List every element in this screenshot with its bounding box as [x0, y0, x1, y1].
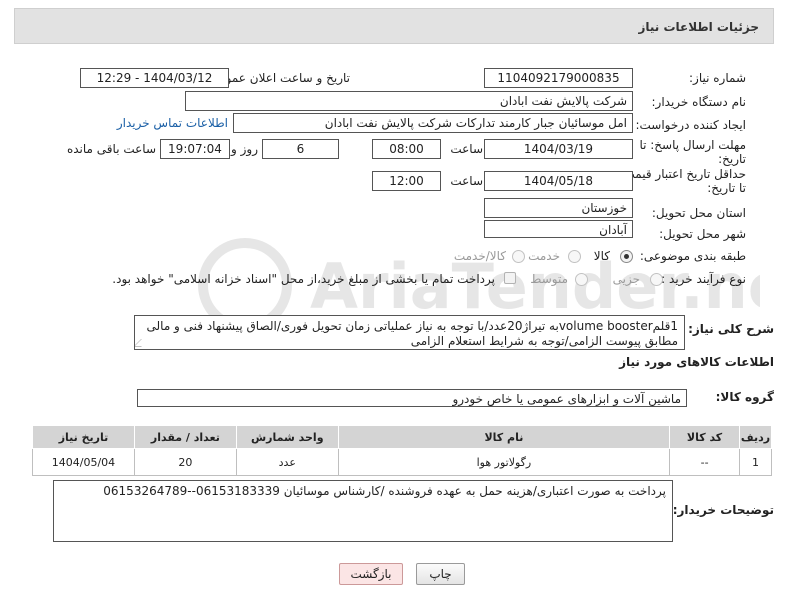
col-header-name: نام کالا: [337, 425, 671, 449]
city-field: آبادان: [484, 220, 633, 238]
category-radio-both[interactable]: [512, 250, 525, 263]
cell-qty: 20: [133, 448, 237, 476]
print-button[interactable]: چاپ: [416, 563, 465, 585]
buyer-org-field: شرکت پالایش نفت ابادان: [185, 91, 633, 111]
cell-date: 1404/05/04: [32, 448, 135, 476]
treasury-payment-checkbox[interactable]: [504, 272, 516, 284]
deadline-time-field: 08:00: [372, 139, 441, 159]
remaining-time-field: 19:07:04: [160, 139, 230, 159]
back-button[interactable]: بازگشت: [339, 563, 403, 585]
cell-name: رگولاتور هوا: [337, 448, 671, 476]
col-header-date: تاریخ نیاز: [32, 425, 135, 449]
deadline-time-label: ساعت: [450, 142, 483, 156]
price-valid-date-field: 1404/05/18: [484, 171, 633, 191]
goods-info-title: اطلاعات کالاهای مورد نیاز: [619, 355, 774, 369]
cell-unit: عدد: [235, 448, 339, 476]
creator-field: امل موسائیان جبار کارمند تدارکات شرکت پا…: [233, 113, 633, 133]
description-textarea: 1قلمvolume boosterبه تیراژ20عدد/با توجه …: [134, 315, 685, 350]
description-text: 1قلمvolume boosterبه تیراژ20عدد/با توجه …: [146, 319, 679, 348]
category-option-service: خدمت: [528, 249, 560, 263]
buyer-contact-link[interactable]: اطلاعات تماس خریدار: [117, 116, 228, 130]
days-label: روز و: [231, 142, 258, 156]
price-valid-label-1: حداقل تاریخ اعتبار قیمت:: [619, 167, 746, 181]
deadline-label-2: تاریخ:: [718, 152, 746, 166]
need-number-field: 1104092179000835: [484, 68, 633, 88]
days-field: 6: [262, 139, 339, 159]
process-radio-medium[interactable]: [575, 273, 588, 286]
cell-code: --: [669, 448, 741, 476]
treasury-payment-note: پرداخت تمام یا بخشی از مبلغ خرید،از محل …: [112, 272, 495, 286]
deadline-date-field: 1404/03/19: [484, 139, 633, 159]
remaining-label: ساعت باقی مانده: [66, 142, 156, 156]
buyer-org-label: نام دستگاه خریدار:: [651, 95, 747, 109]
col-header-unit: واحد شمارش: [235, 425, 339, 449]
price-valid-time-field: 12:00: [372, 171, 441, 191]
price-valid-label-2: تا تاریخ:: [707, 181, 746, 195]
city-label: شهر محل تحویل:: [659, 227, 746, 241]
page-header: جزئیات اطلاعات نیاز: [14, 8, 774, 44]
process-radio-minor[interactable]: [650, 273, 663, 286]
need-number-label: شماره نیاز:: [689, 71, 746, 85]
goods-group-field: ماشین آلات و ابزارهای عمومی یا خاص خودرو: [137, 389, 687, 407]
page-title: جزئیات اطلاعات نیاز: [638, 20, 759, 34]
col-header-code: کد کالا: [669, 425, 741, 449]
creator-label: ایجاد کننده درخواست:: [635, 118, 746, 132]
process-option-minor: جزیی: [612, 272, 640, 286]
announce-field: 1404/03/12 - 12:29: [80, 68, 229, 88]
cell-row-number: 1: [739, 448, 772, 476]
process-option-medium: متوسط: [530, 272, 568, 286]
category-radio-service[interactable]: [568, 250, 581, 263]
col-header-row: ردیف: [739, 425, 772, 449]
buyer-notes-textarea: پرداخت به صورت اعتباری/هزینه حمل به عهده…: [53, 480, 673, 542]
buyer-notes-label: توضیحات خریدار:: [672, 503, 774, 517]
table-row: 1 -- رگولاتور هوا عدد 20 1404/05/04: [32, 448, 772, 476]
process-label: نوع فرآیند خرید :: [661, 272, 746, 286]
province-field: خوزستان: [484, 198, 633, 218]
items-table: ردیف کد کالا نام کالا واحد شمارش تعداد /…: [32, 425, 772, 476]
price-valid-time-label: ساعت: [450, 174, 483, 188]
buyer-notes-text: پرداخت به صورت اعتباری/هزینه حمل به عهده…: [103, 484, 666, 498]
goods-group-label: گروه کالا:: [715, 390, 774, 404]
description-label: شرح کلی نیاز:: [688, 322, 774, 336]
col-header-qty: تعداد / مقدار: [133, 425, 237, 449]
province-label: استان محل تحویل:: [651, 206, 746, 220]
category-label: طبقه بندی موضوعی:: [639, 249, 746, 263]
deadline-label-1: مهلت ارسال پاسخ: تا: [639, 138, 746, 152]
category-option-both: کالا/خدمت: [453, 249, 506, 263]
category-radio-goods[interactable]: [620, 250, 633, 263]
category-option-goods: کالا: [593, 249, 610, 263]
